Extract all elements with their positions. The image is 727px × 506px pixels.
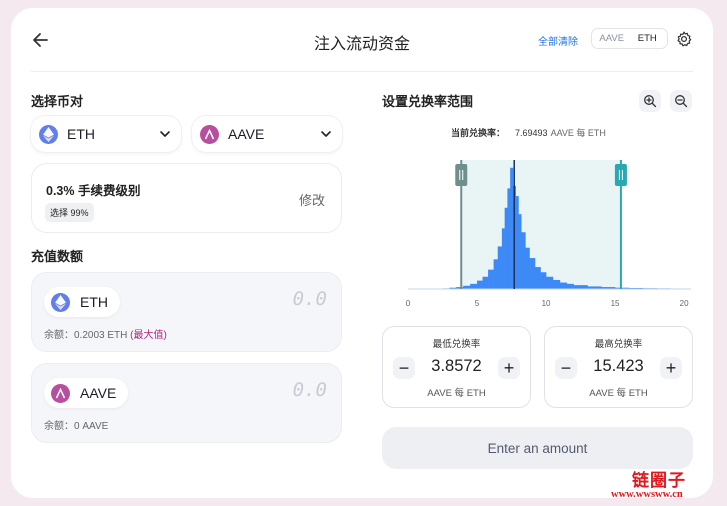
range-section-label: 设置兑换率范围 (382, 94, 474, 109)
min-range-handle[interactable] (455, 164, 468, 186)
chevron-down-icon (160, 131, 170, 137)
liquidity-bar (515, 196, 519, 289)
enter-amount-button[interactable]: Enter an amount (382, 427, 693, 469)
deposit-token-symbol: AAVE (80, 385, 117, 401)
deposit-balance-aave: 余额：0 AAVE (44, 417, 108, 432)
liquidity-bar (488, 269, 494, 289)
watermark-url: www.wwsww.cn (611, 489, 683, 500)
balance-label: 余额： (44, 330, 74, 341)
token-order-toggle[interactable]: AAVE ETH (591, 28, 668, 49)
min-price-increment-button[interactable]: + (498, 357, 520, 379)
liquidity-bar (559, 282, 568, 289)
deposit-token-symbol: ETH (80, 294, 108, 310)
token-b-select[interactable]: AAVE (192, 116, 342, 152)
max-price-title: 最高兑换率 (594, 339, 643, 350)
deposit-box-aave[interactable]: AAVE 0.0 余额：0 AAVE (31, 363, 342, 443)
liquidity-bar (552, 279, 561, 289)
zoom-out-button[interactable] (670, 90, 692, 112)
min-price-unit: AAVE 每 ETH (427, 388, 486, 399)
liquidity-bar (521, 232, 526, 289)
max-price-unit: AAVE 每 ETH (589, 388, 648, 399)
eth-icon (51, 292, 70, 312)
zoom-in-button[interactable] (639, 90, 661, 112)
liquidity-bar (540, 272, 547, 289)
liquidity-bar (477, 280, 483, 289)
gear-icon[interactable] (675, 30, 693, 48)
x-tick-label: 15 (611, 299, 620, 308)
liquidity-bar (573, 285, 588, 289)
balance-value: 0 AAVE (74, 421, 109, 432)
token-a-symbol: ETH (67, 126, 95, 142)
max-button[interactable]: (最大值) (130, 330, 167, 341)
deposit-token-aave: AAVE (44, 378, 129, 408)
fee-selected-badge: 选择 99% (45, 203, 94, 222)
liquidity-bar (529, 258, 536, 289)
min-price-box: 最低兑换率 − 3.8572 + AAVE 每 ETH (382, 326, 531, 408)
x-tick-label: 20 (680, 299, 689, 308)
deposit-box-eth[interactable]: ETH 0.0 余额：0.2003 ETH (最大值) (31, 272, 342, 352)
max-price-box: 最高兑换率 − 15.423 + AAVE 每 ETH (544, 326, 693, 408)
deposit-token-eth: ETH (44, 287, 120, 317)
liquidity-bar (493, 259, 499, 289)
deposit-balance-eth: 余额：0.2003 ETH (最大值) (44, 326, 167, 341)
token-b-symbol: AAVE (228, 126, 265, 142)
x-tick-label: 5 (475, 299, 480, 308)
deposit-amount-input-eth[interactable]: 0.0 (293, 288, 327, 310)
liquidity-bar (525, 247, 530, 289)
zoom-in-icon (644, 95, 657, 108)
liquidity-bar (535, 267, 541, 289)
x-tick-label: 10 (542, 299, 551, 308)
fee-tier-label: 0.3% 手续费级别 (46, 184, 141, 198)
range-shading (461, 160, 621, 289)
current-price: 当前兑换率： 7.69493 AAVE 每 ETH (451, 126, 606, 139)
fee-tier-box: 0.3% 手续费级别 选择 99% 修改 (31, 163, 342, 233)
balance-label: 余额： (44, 421, 74, 432)
liquidity-chart[interactable]: 0 5 10 15 20 (403, 152, 695, 312)
liquidity-bar (470, 283, 478, 289)
liquidity-bar (504, 207, 508, 289)
max-range-handle[interactable] (614, 164, 627, 186)
deposit-section-label: 充值数额 (31, 249, 84, 264)
current-price-label: 当前兑换率： (451, 128, 506, 138)
liquidity-bar (546, 276, 554, 289)
liquidity-bar (482, 276, 489, 289)
fee-edit-button[interactable]: 修改 (299, 190, 325, 209)
liquidity-bar (497, 246, 503, 289)
current-price-value: 7.69493 (515, 128, 548, 138)
header-divider (31, 71, 693, 72)
watermark-title: 链圈子 (632, 471, 686, 490)
clear-all-button[interactable]: 全部清除 (538, 33, 578, 48)
aave-icon (200, 124, 219, 144)
liquidity-bar (518, 214, 522, 289)
liquidity-bar (501, 228, 505, 289)
deposit-amount-input-aave[interactable]: 0.0 (293, 379, 327, 401)
balance-value: 0.2003 ETH (74, 330, 128, 341)
aave-icon (51, 383, 70, 403)
liquidity-bar (566, 283, 574, 289)
toggle-option-eth[interactable]: ETH (630, 33, 666, 44)
liquidity-card: 注入流动资金 全部清除 AAVE ETH 选择币对 ETH AAVE 0.3% … (11, 8, 713, 498)
pair-section-label: 选择币对 (31, 94, 84, 109)
eth-icon (39, 124, 58, 144)
chevron-down-icon (321, 131, 331, 137)
watermark: 链圈子 www.wwsww.cn (611, 466, 721, 504)
max-price-increment-button[interactable]: + (660, 357, 682, 379)
token-a-select[interactable]: ETH (31, 116, 181, 152)
min-price-title: 最低兑换率 (432, 339, 481, 350)
liquidity-bar (507, 188, 511, 289)
x-tick-label: 0 (406, 299, 411, 308)
current-price-unit: AAVE 每 ETH (550, 128, 606, 138)
toggle-option-aave[interactable]: AAVE (594, 33, 630, 44)
zoom-out-icon (675, 95, 688, 108)
liquidity-bar (510, 167, 514, 289)
